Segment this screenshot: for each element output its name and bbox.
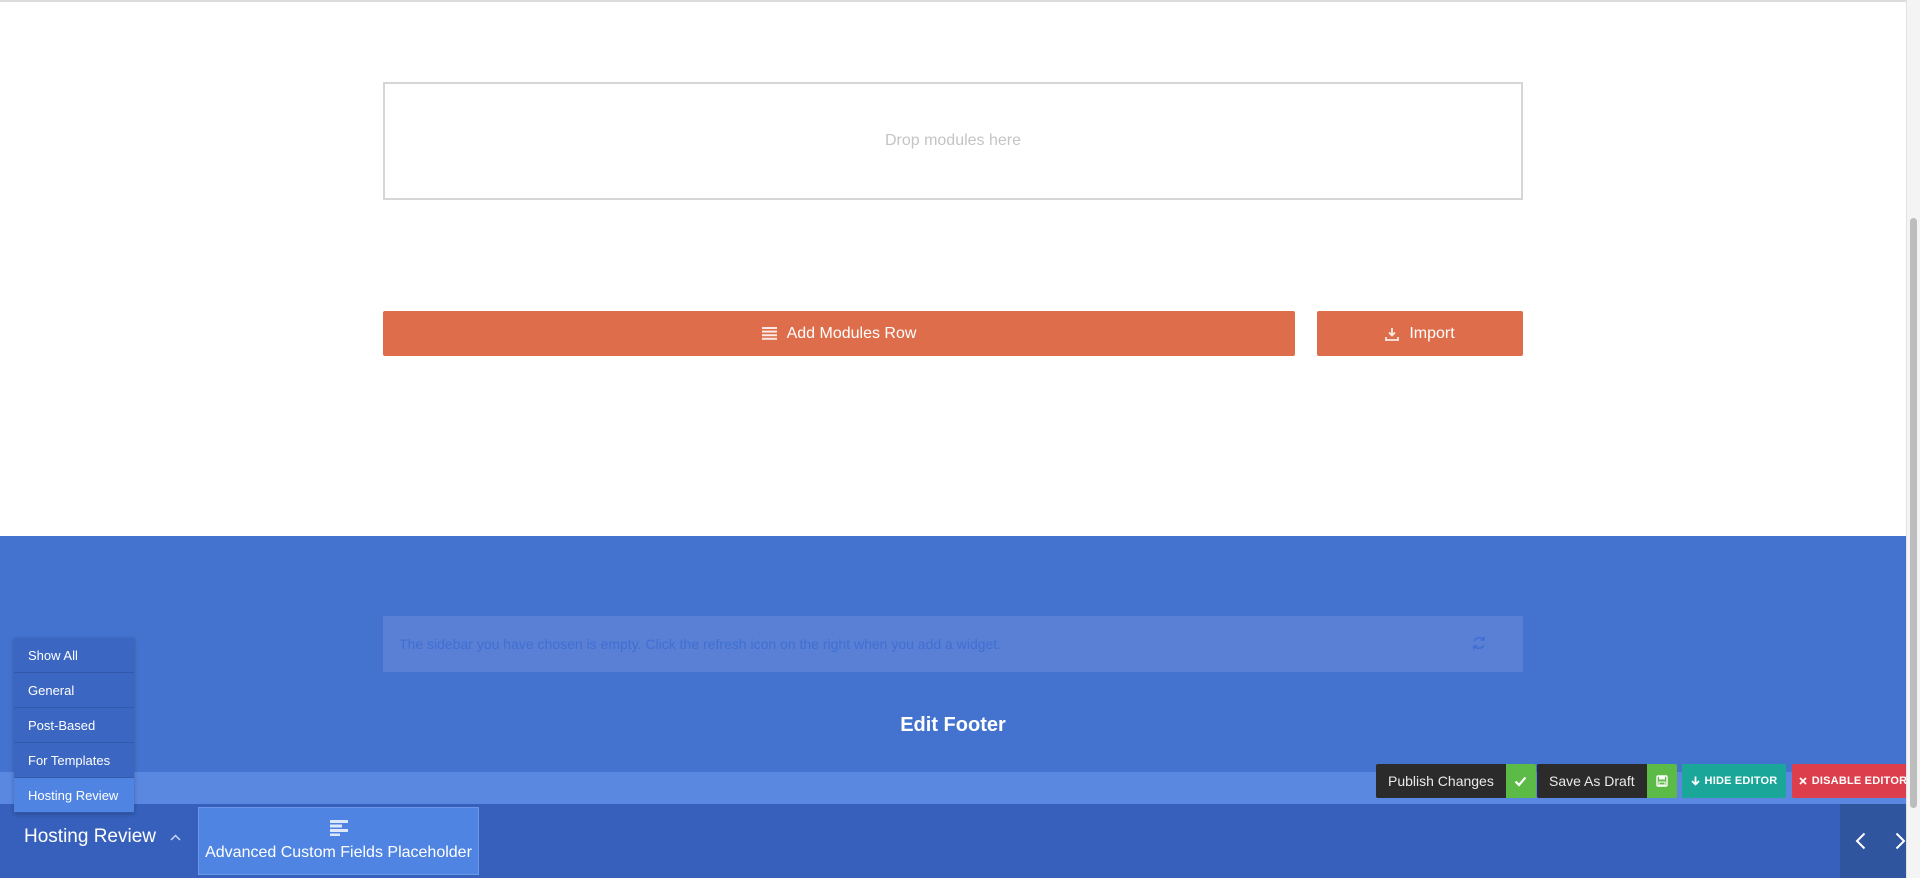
hide-editor-label: HIDE EDITOR — [1704, 775, 1778, 787]
module-bar: Hosting Review Advanced Custom Fields Pl… — [0, 804, 1920, 878]
filter-item-show-all[interactable]: Show All — [14, 638, 134, 673]
sidebar-notice-text: The sidebar you have chosen is empty. Cl… — [399, 636, 1002, 652]
arrow-down-icon — [1690, 776, 1700, 786]
drop-zone-placeholder: Drop modules here — [884, 132, 1022, 149]
module-card-acf-placeholder[interactable]: Advanced Custom Fields Placeholder — [198, 807, 479, 875]
check-icon[interactable] — [1505, 764, 1536, 798]
module-drop-zone[interactable]: Drop modules here — [383, 82, 1523, 200]
close-icon — [1799, 777, 1807, 785]
filter-toggle[interactable]: Hosting Review — [24, 826, 181, 848]
footer-section: The sidebar you have chosen is empty. Cl… — [0, 536, 1906, 776]
chevron-left-icon[interactable] — [1855, 832, 1866, 850]
download-icon — [1385, 327, 1400, 341]
current-filter-label: Hosting Review — [24, 826, 156, 847]
filter-item-post-based[interactable]: Post-Based — [14, 708, 134, 743]
module-card-label: Advanced Custom Fields Placeholder — [205, 844, 472, 861]
save-draft-group: Save As Draft — [1537, 764, 1677, 798]
refresh-icon[interactable] — [1471, 635, 1487, 654]
import-label: Import — [1409, 324, 1455, 342]
publish-changes-group: Publish Changes — [1376, 764, 1536, 798]
floppy-icon[interactable] — [1646, 764, 1677, 798]
save-as-draft-button[interactable]: Save As Draft — [1537, 764, 1647, 798]
filter-item-hosting-review[interactable]: Hosting Review — [14, 778, 134, 813]
disable-editor-label: DISABLE EDITOR — [1811, 775, 1908, 787]
add-modules-row-button[interactable]: Add Modules Row — [383, 311, 1295, 356]
scrollbar-thumb[interactable] — [1910, 218, 1917, 808]
hide-editor-button[interactable]: HIDE EDITOR — [1682, 764, 1786, 798]
top-divider — [0, 0, 1906, 2]
edit-footer-link[interactable]: Edit Footer — [383, 714, 1523, 737]
rows-icon — [761, 327, 777, 340]
publish-changes-button[interactable]: Publish Changes — [1376, 764, 1506, 798]
fields-icon — [329, 820, 348, 836]
sidebar-empty-notice: The sidebar you have chosen is empty. Cl… — [383, 616, 1523, 672]
add-modules-row-label: Add Modules Row — [786, 324, 917, 342]
disable-editor-button[interactable]: DISABLE EDITOR — [1792, 764, 1914, 798]
import-button[interactable]: Import — [1317, 311, 1523, 356]
page-scrollbar[interactable] — [1906, 0, 1920, 878]
filter-menu: Show All General Post-Based For Template… — [14, 638, 134, 813]
filter-item-general[interactable]: General — [14, 673, 134, 708]
filter-item-for-templates[interactable]: For Templates — [14, 743, 134, 778]
chevron-up-icon — [170, 833, 181, 841]
chevron-right-icon[interactable] — [1895, 832, 1906, 850]
